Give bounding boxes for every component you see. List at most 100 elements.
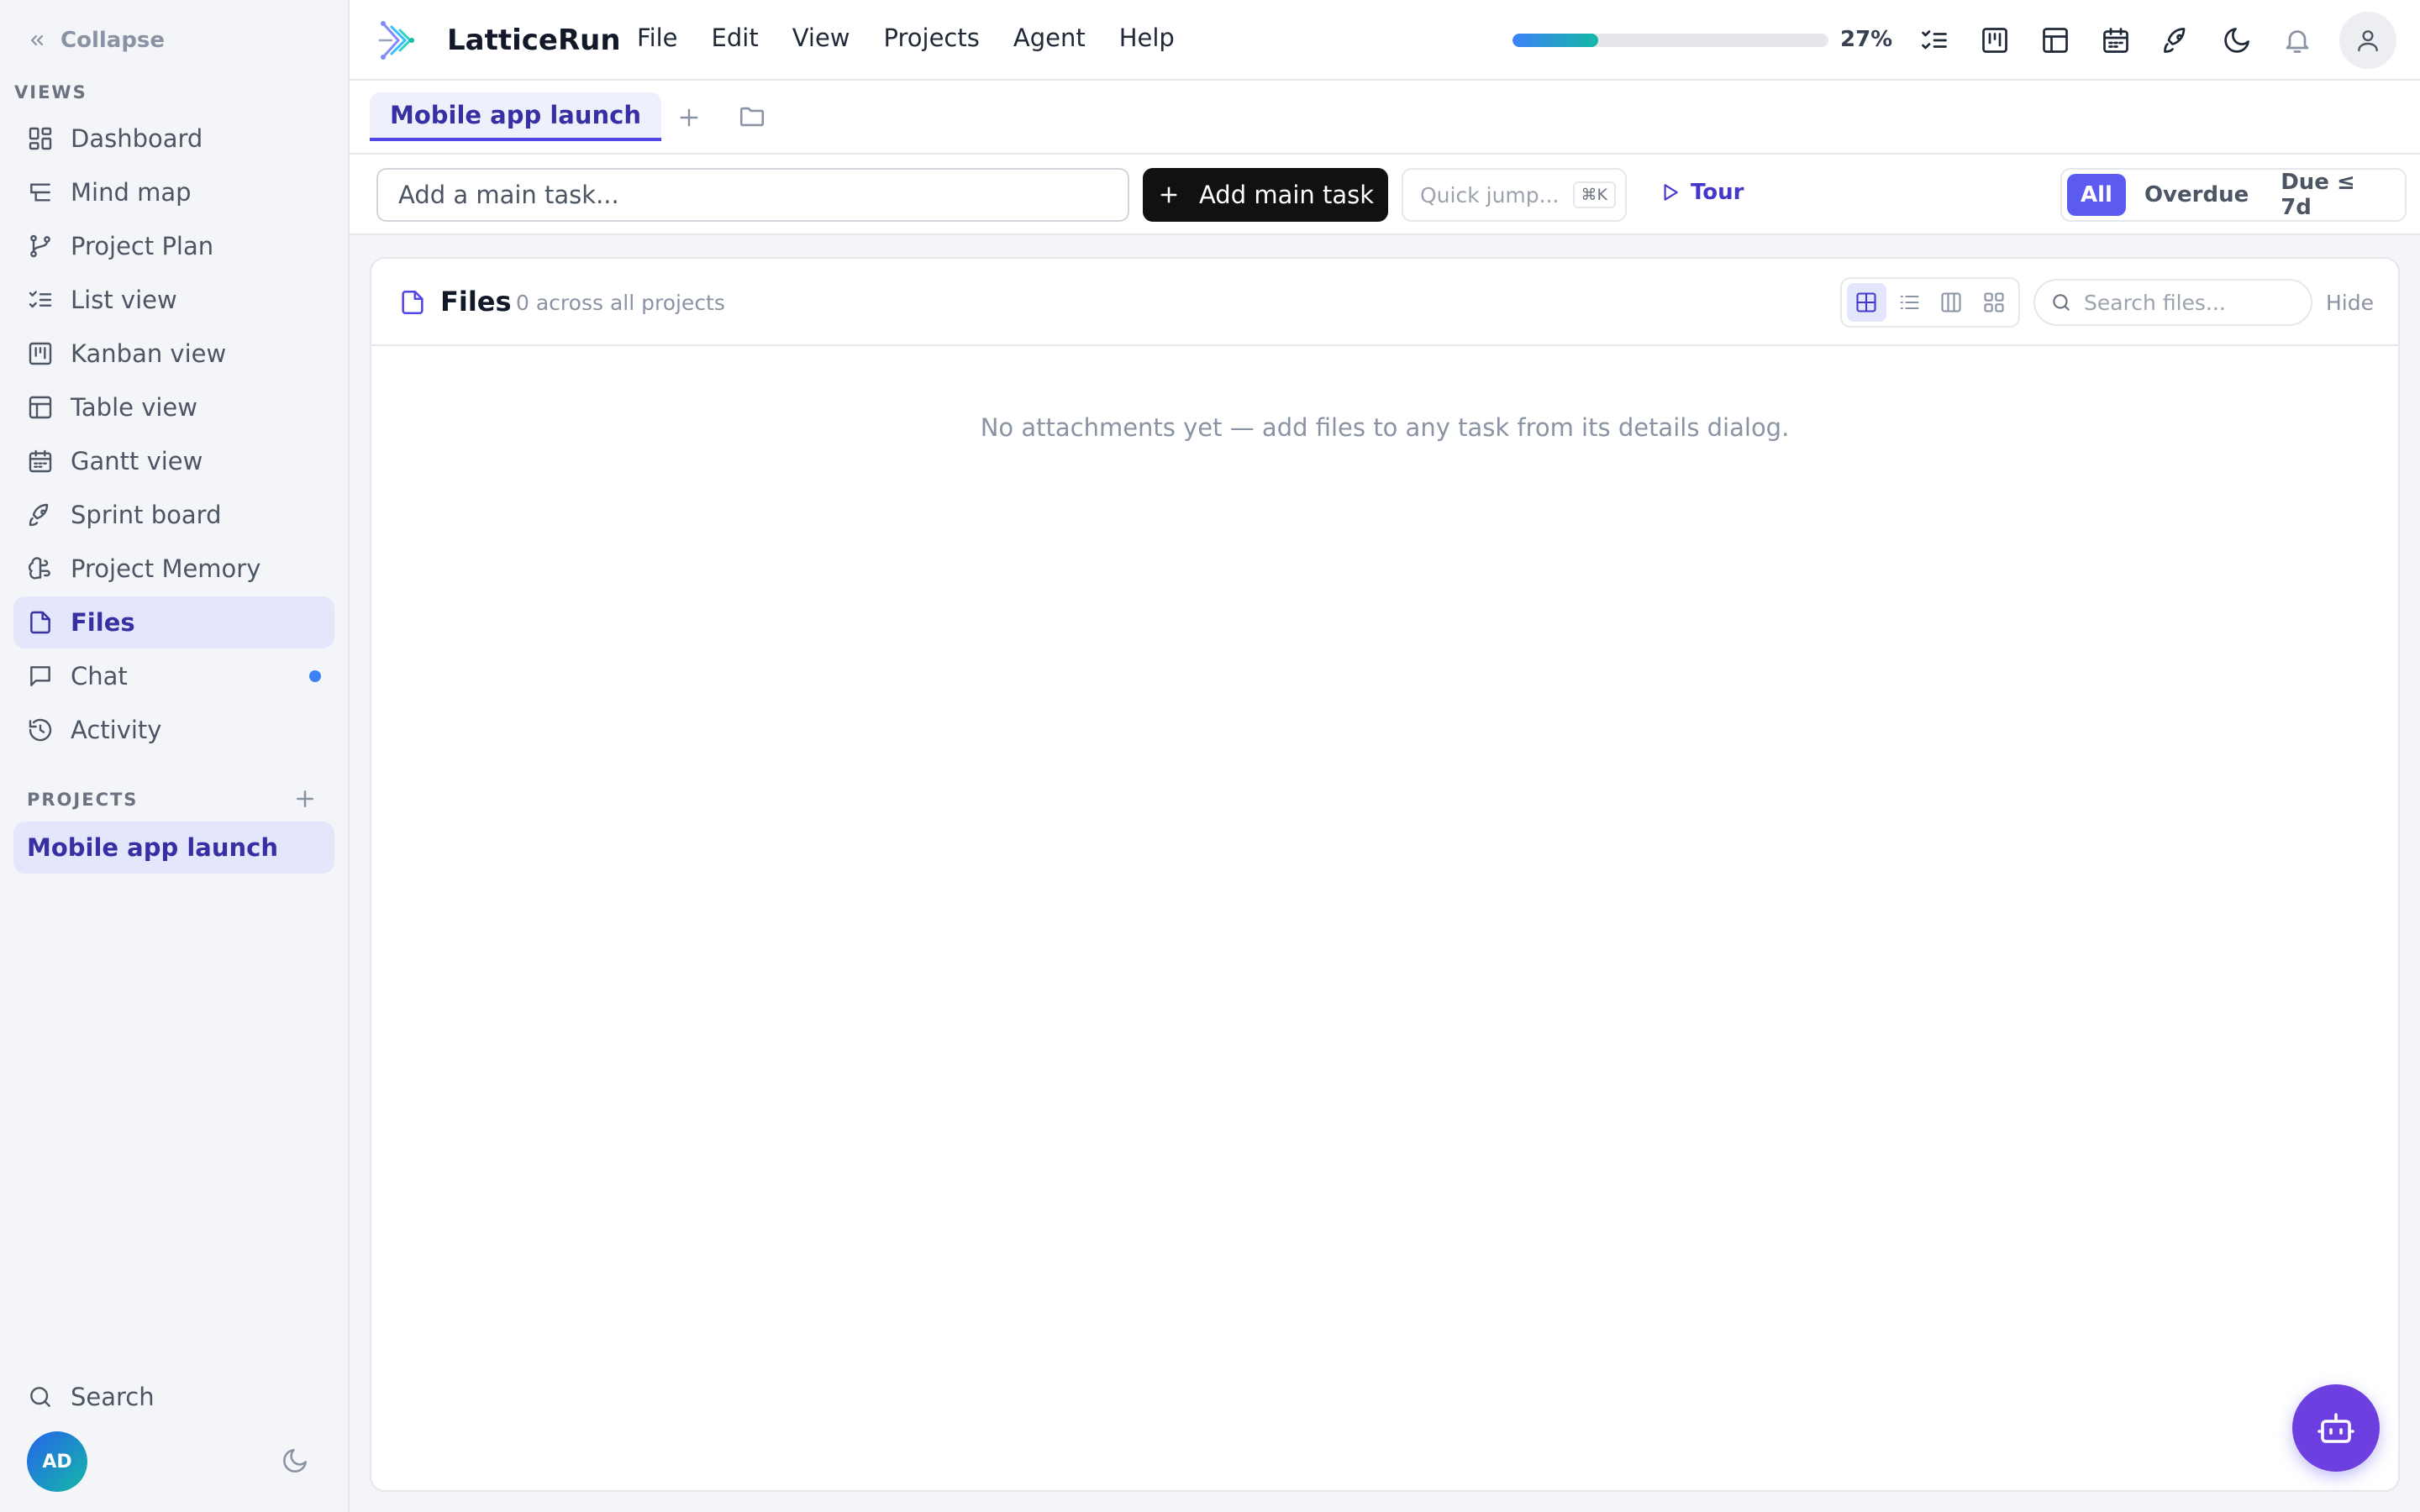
sidebar-item-table-view[interactable]: Table view (13, 381, 334, 433)
menu-agent[interactable]: Agent (1013, 24, 1086, 52)
list-checks-icon[interactable] (1919, 25, 1949, 55)
play-icon (1664, 184, 1678, 201)
chat-icon (30, 666, 50, 686)
folder-icon[interactable] (738, 102, 766, 131)
files-title: Files (440, 286, 512, 318)
moon-icon[interactable] (281, 1446, 309, 1475)
sidebar-item-label: List view (71, 286, 177, 314)
project-tabs: Mobile app launch (350, 81, 2420, 155)
sidebar-item-files[interactable]: Files (13, 596, 334, 648)
add-main-task-button[interactable]: Add main task (1143, 168, 1388, 222)
brain-icon (28, 557, 50, 580)
sidebar-item-activity[interactable]: Activity (13, 704, 334, 756)
menu-view[interactable]: View (792, 24, 850, 52)
avatar[interactable]: AD (27, 1431, 87, 1492)
filter-due-7d[interactable]: Due ≤ 7d (2267, 170, 2400, 220)
sidebar-item-label: Activity (71, 716, 162, 744)
add-tab-icon[interactable] (676, 104, 702, 131)
columns-icon (1941, 292, 1961, 312)
search-icon (2053, 294, 2070, 311)
projects-section-label: PROJECTS (27, 790, 139, 810)
kanban-icon (29, 342, 52, 365)
sidebar-item-list-view[interactable]: List view (13, 274, 334, 326)
views-section-label: VIEWS (14, 82, 87, 102)
menu-bar: File Edit View Projects Agent Help (637, 24, 1175, 52)
tiles-view-button[interactable] (1975, 283, 2014, 322)
add-project-icon[interactable] (292, 786, 318, 811)
filter-all[interactable]: All (2067, 174, 2126, 216)
due-filter-group: All Overdue Due ≤ 7d (2060, 168, 2407, 222)
sidebar-item-label: Table view (71, 393, 197, 422)
bell-icon[interactable] (2282, 25, 2312, 55)
sidebar-item-label: Files (71, 608, 135, 637)
tour-label: Tour (1691, 180, 1744, 205)
quick-jump-button[interactable]: Quick jump... ⌘K (1402, 168, 1627, 222)
menu-help[interactable]: Help (1119, 24, 1175, 52)
user-menu-button[interactable] (2339, 12, 2396, 69)
sidebar-item-label: Project Memory (71, 554, 261, 583)
menu-projects[interactable]: Projects (884, 24, 980, 52)
tiles-icon (1984, 292, 2004, 312)
sidebar-item-dashboard[interactable]: Dashboard (13, 113, 334, 165)
table-icon[interactable] (2040, 25, 2070, 55)
quick-jump-shortcut: ⌘K (1572, 181, 1616, 208)
collapse-label: Collapse (60, 28, 166, 53)
history-icon (29, 718, 52, 742)
sidebar-item-label: Sprint board (71, 501, 222, 529)
files-panel: Files 0 across all projects Hide No atta… (370, 257, 2400, 1492)
files-empty-message: No attachments yet — add files to any ta… (980, 413, 1790, 442)
user-icon (2358, 30, 2378, 52)
filter-overdue[interactable]: Overdue (2131, 174, 2262, 216)
menu-edit[interactable]: Edit (712, 24, 759, 52)
project-item-mobile-app-launch[interactable]: Mobile app launch (13, 822, 334, 874)
files-view-switch (1840, 277, 2020, 328)
menu-file[interactable]: File (637, 24, 678, 52)
search-label: Search (71, 1383, 155, 1411)
sidebar-item-gantt-view[interactable]: Gantt view (13, 435, 334, 487)
rocket-icon (29, 503, 49, 527)
tab-mobile-app-launch[interactable]: Mobile app launch (370, 92, 662, 141)
plus-icon (1160, 186, 1177, 203)
grid-view-button[interactable] (1847, 283, 1886, 322)
sidebar-item-label: Chat (71, 662, 128, 690)
sidebar-item-kanban-view[interactable]: Kanban view (13, 328, 334, 380)
sidebar-item-mind-map[interactable]: Mind map (13, 166, 334, 218)
calendar-icon (29, 449, 52, 473)
rocket-icon[interactable] (2161, 25, 2191, 55)
file-search-input[interactable] (2084, 290, 2294, 315)
sidebar-item-label: Dashboard (71, 124, 203, 153)
agent-chat-button[interactable] (2292, 1384, 2380, 1472)
sidebar-item-sprint-board[interactable]: Sprint board (13, 489, 334, 541)
columns-view-button[interactable] (1932, 283, 1971, 322)
sidebar-item-project-memory[interactable]: Project Memory (13, 543, 334, 595)
mind-map-icon (30, 183, 50, 202)
top-bar: LatticeRun File Edit View Projects Agent… (350, 0, 2420, 81)
collapse-button[interactable]: Collapse (27, 24, 165, 57)
task-toolbar: Add main task Quick jump... ⌘K Tour All … (350, 155, 2420, 235)
unread-dot (309, 670, 321, 682)
calendar-icon[interactable] (2101, 25, 2131, 55)
progress-bar (1512, 34, 1828, 47)
hide-files-button[interactable]: Hide (2326, 291, 2374, 315)
sidebar-search[interactable]: Search (27, 1371, 155, 1423)
table-icon (29, 396, 52, 419)
git-branch-icon (30, 234, 50, 258)
tour-button[interactable]: Tour (1659, 180, 1744, 205)
progress-fill (1512, 34, 1598, 47)
files-header: Files 0 across all projects Hide (371, 259, 2398, 346)
sidebar-item-label: Gantt view (71, 447, 203, 475)
grid-icon (1856, 292, 1876, 312)
sidebar-item-label: Kanban view (71, 339, 227, 368)
kanban-icon[interactable] (1980, 25, 2010, 55)
moon-icon[interactable] (2222, 25, 2252, 55)
list-checks-icon (29, 291, 52, 308)
progress-label: 27% (1840, 27, 1893, 52)
sidebar-item-chat[interactable]: Chat (13, 650, 334, 702)
chevrons-left-icon (30, 34, 44, 46)
sidebar: Collapse VIEWS Dashboard Mind map Projec… (0, 0, 350, 1512)
quick-jump-label: Quick jump... (1420, 182, 1560, 207)
main-task-input[interactable] (376, 168, 1129, 222)
add-main-task-label: Add main task (1198, 181, 1375, 209)
list-view-button[interactable] (1890, 283, 1929, 322)
sidebar-item-project-plan[interactable]: Project Plan (13, 220, 334, 272)
